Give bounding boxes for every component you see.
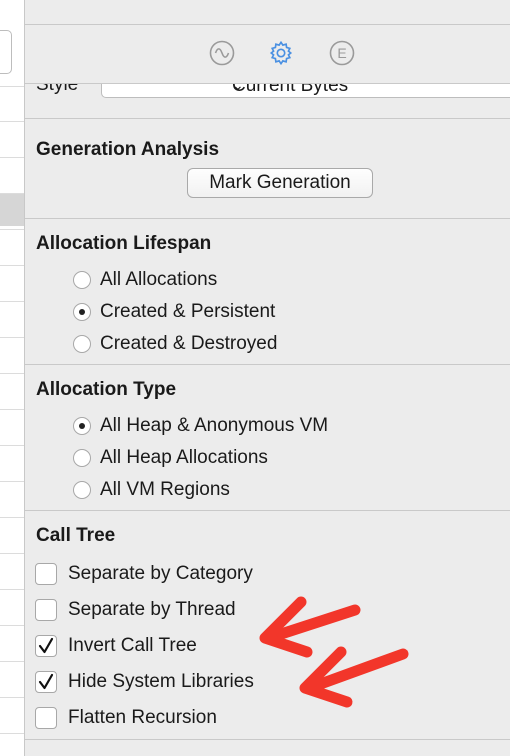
option-label: All Heap & Anonymous VM — [100, 415, 329, 436]
section-title: Allocation Type — [36, 379, 177, 400]
table-row-divider — [0, 625, 24, 626]
table-row-divider — [0, 697, 24, 698]
section-title: Generation Analysis — [36, 139, 220, 160]
svg-text:E: E — [337, 45, 346, 61]
option-label: Separate by Category — [68, 563, 253, 584]
section-title: Call Tree — [36, 525, 116, 546]
radio-button[interactable] — [73, 335, 91, 353]
radio-created-destroyed[interactable]: Created & Destroyed — [73, 333, 277, 355]
annotation-arrow-icon — [299, 646, 409, 708]
radio-all-allocations[interactable]: All Allocations — [73, 269, 217, 291]
radio-created-persistent[interactable]: Created & Persistent — [73, 301, 275, 323]
table-row-divider — [0, 86, 24, 87]
style-row: Style Current Bytes ⌄ — [25, 84, 510, 118]
radio-button-selected[interactable] — [73, 303, 91, 321]
checkbox-checked[interactable] — [35, 635, 57, 657]
generation-analysis-section: Generation Analysis Mark Generation — [25, 118, 510, 218]
checkbox-checked[interactable] — [35, 671, 57, 693]
table-row-divider — [0, 301, 24, 302]
allocation-lifespan-section: Allocation Lifespan All Allocations Crea… — [25, 218, 510, 364]
radio-all-heap-anonymous-vm[interactable]: All Heap & Anonymous VM — [73, 415, 328, 437]
option-label: Created & Persistent — [100, 301, 276, 322]
radio-all-vm-regions[interactable]: All VM Regions — [73, 479, 230, 501]
extended-detail-icon[interactable]: E — [329, 40, 355, 66]
table-row-divider — [0, 589, 24, 590]
mark-generation-button[interactable]: Mark Generation — [187, 168, 373, 198]
left-search-field[interactable] — [0, 30, 12, 74]
left-selected-row[interactable] — [0, 193, 24, 226]
option-label: Hide System Libraries — [68, 671, 254, 692]
section-title: Allocation Lifespan — [36, 233, 212, 254]
table-row-divider — [0, 661, 24, 662]
checkbox[interactable] — [35, 563, 57, 585]
option-label: Invert Call Tree — [68, 635, 197, 656]
table-row-divider — [0, 481, 24, 482]
chevron-down-icon: ⌄ — [232, 84, 244, 93]
table-row-divider — [0, 733, 24, 734]
radio-button[interactable] — [73, 449, 91, 467]
style-label: Style — [36, 84, 79, 95]
option-label: All VM Regions — [100, 479, 230, 500]
radio-all-heap-allocations[interactable]: All Heap Allocations — [73, 447, 268, 469]
table-row-divider — [0, 409, 24, 410]
checkmark-icon — [38, 637, 54, 654]
option-label: Flatten Recursion — [68, 707, 217, 728]
table-row-divider — [0, 373, 24, 374]
table-row-divider — [0, 445, 24, 446]
table-row-divider — [0, 517, 24, 518]
checkbox[interactable] — [35, 599, 57, 621]
allocation-type-section: Allocation Type All Heap & Anonymous VM … — [25, 364, 510, 510]
radio-button-selected[interactable] — [73, 417, 91, 435]
style-select[interactable]: Current Bytes ⌄ — [101, 84, 510, 98]
table-row-divider — [0, 229, 24, 230]
inspector-tab-bar: E — [25, 25, 510, 84]
radio-button[interactable] — [73, 481, 91, 499]
radio-button[interactable] — [73, 271, 91, 289]
table-row-divider — [0, 265, 24, 266]
inspector-panel: E Style Current Bytes ⌄ Generation Analy… — [25, 0, 510, 756]
table-row-divider — [0, 193, 24, 194]
gear-icon[interactable] — [268, 40, 294, 66]
option-label: Created & Destroyed — [100, 333, 278, 354]
table-row-divider — [0, 157, 24, 158]
left-table-strip — [0, 0, 25, 756]
checkmark-icon — [38, 673, 54, 690]
checkbox-separate-by-category[interactable]: Separate by Category — [35, 561, 253, 587]
checkbox-flatten-recursion[interactable]: Flatten Recursion — [35, 705, 217, 731]
option-label: Separate by Thread — [68, 599, 236, 620]
option-label: All Allocations — [100, 269, 218, 290]
checkbox-invert-call-tree[interactable]: Invert Call Tree — [35, 633, 197, 659]
checkbox-hide-system-libraries[interactable]: Hide System Libraries — [35, 669, 254, 695]
waveform-circle-icon[interactable] — [209, 40, 235, 66]
option-label: All Heap Allocations — [100, 447, 268, 468]
table-row-divider — [0, 337, 24, 338]
table-row-divider — [0, 121, 24, 122]
checkbox[interactable] — [35, 707, 57, 729]
table-row-divider — [0, 553, 24, 554]
checkbox-separate-by-thread[interactable]: Separate by Thread — [35, 597, 236, 623]
